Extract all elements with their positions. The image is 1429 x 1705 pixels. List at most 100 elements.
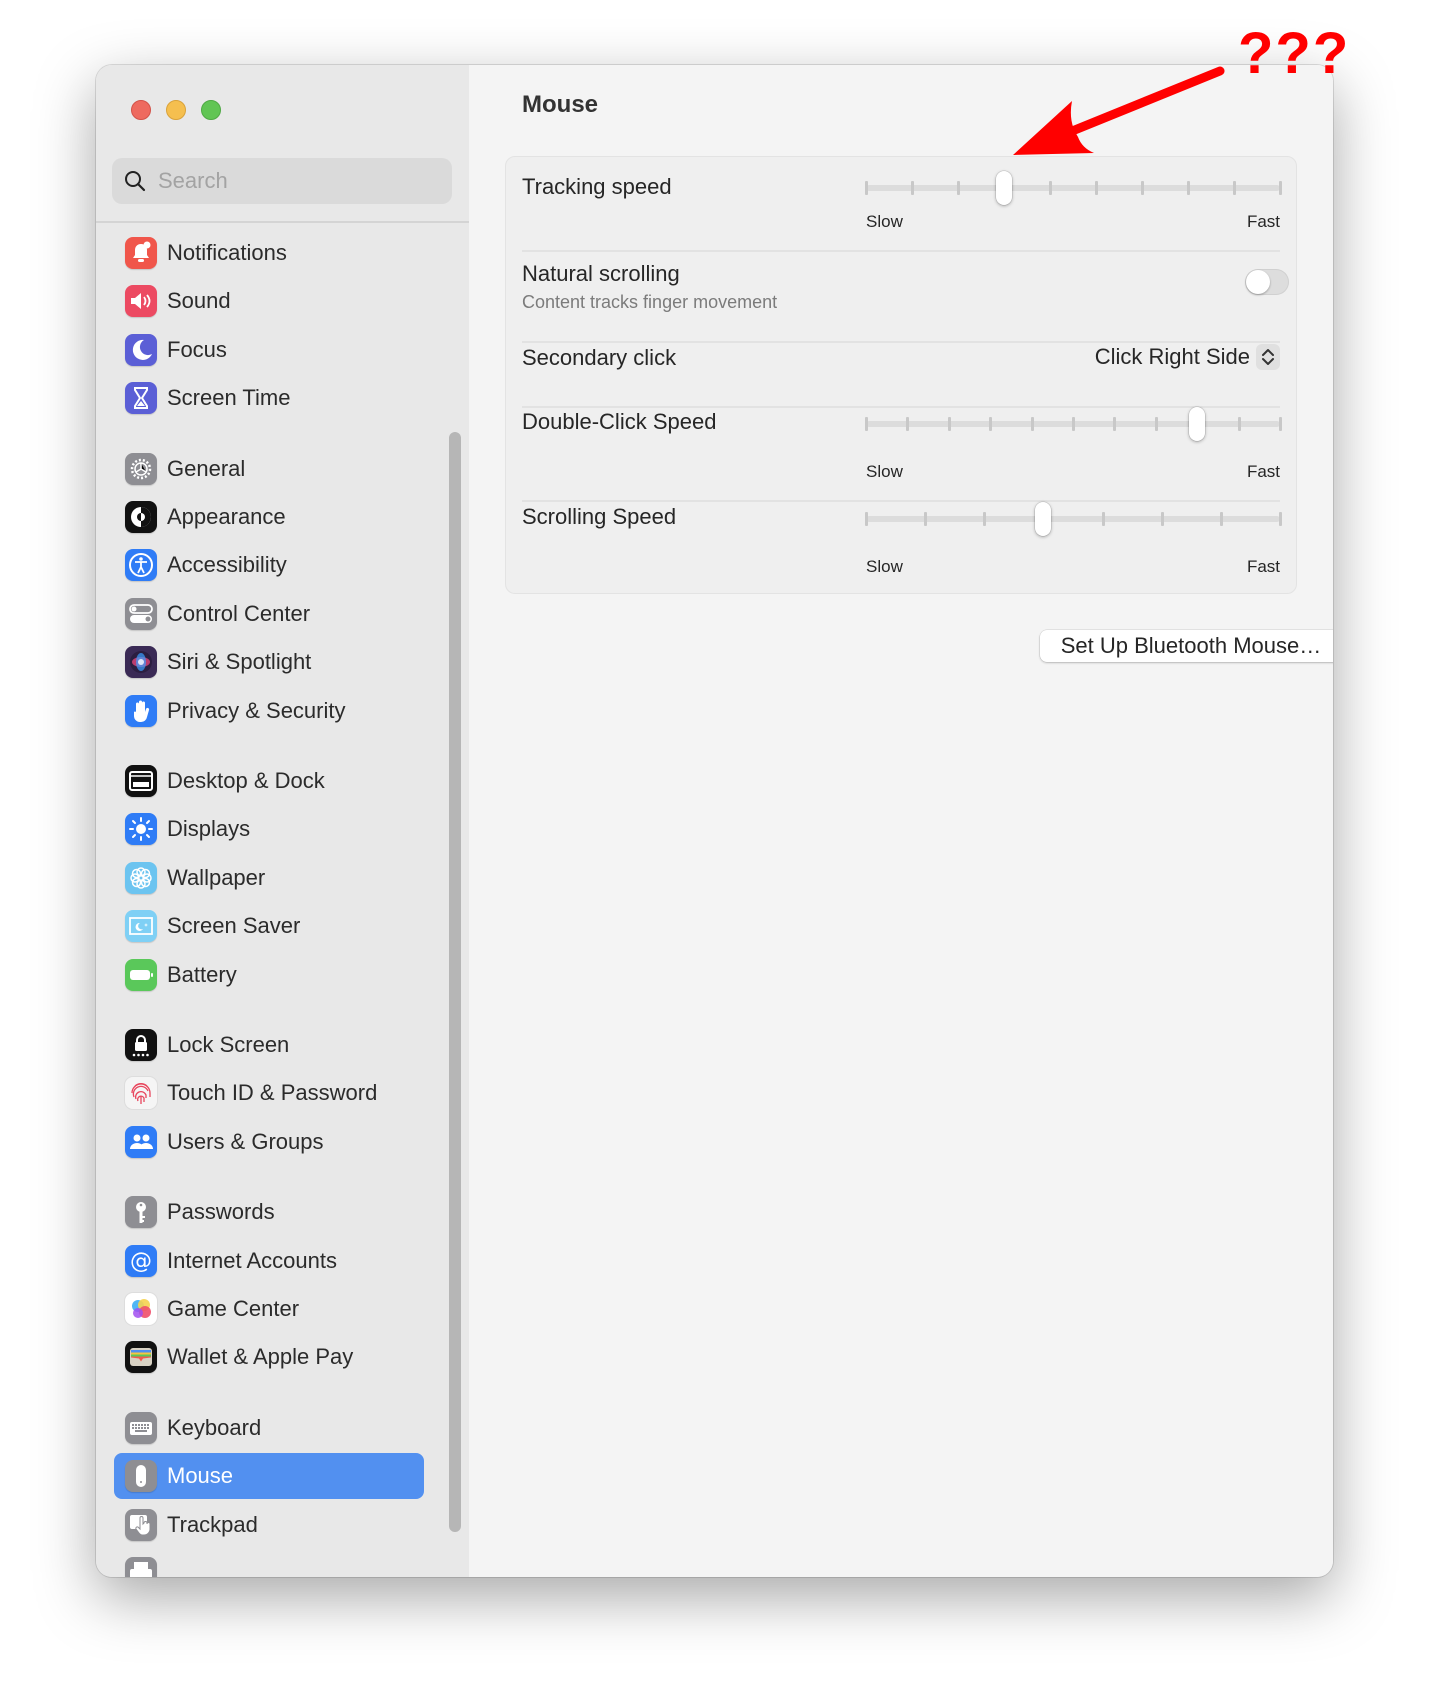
scrolling-speed-slider[interactable] (865, 502, 1282, 536)
secondary-click-popup[interactable]: Click Right Side (1095, 342, 1280, 372)
speaker-icon (125, 285, 157, 318)
sidebar-item-label: Displays (167, 816, 251, 842)
slider-tick (865, 181, 868, 195)
hourglass-icon (125, 382, 157, 415)
tracking-speed-slow-label: Slow (866, 212, 903, 231)
bell-icon (125, 237, 157, 269)
natural-scrolling-description: Content tracks finger movement (522, 292, 778, 312)
sidebar-item-screen-time[interactable]: Screen Time (114, 375, 424, 421)
secondary-click-value: Click Right Side (1094, 344, 1250, 369)
slider-tick (1233, 181, 1236, 195)
sidebar-item-general[interactable]: General (114, 446, 424, 492)
sidebar-item-label: Sound (167, 288, 231, 314)
slider-tick (865, 417, 868, 431)
sidebar-item-battery[interactable]: Battery (114, 952, 424, 998)
double-click-speed-slider[interactable] (865, 407, 1282, 441)
scrolling-speed-label: Scrolling Speed (522, 504, 677, 529)
slider-tick (1160, 512, 1164, 526)
sidebar-item-desktop-dock[interactable]: Desktop & Dock (114, 758, 424, 804)
svg-text:@: @ (130, 1249, 152, 1274)
slider-track (866, 185, 1280, 191)
sidebar-item-game-center[interactable]: Game Center (114, 1286, 424, 1332)
sidebar-item-label: Touch ID & Password (167, 1080, 378, 1106)
search-input[interactable] (158, 158, 438, 204)
slider-track (866, 516, 1280, 522)
key-icon (125, 1196, 157, 1229)
sidebar-item-passwords[interactable]: Passwords (114, 1189, 424, 1235)
sidebar-item-mouse[interactable]: Mouse (114, 1453, 424, 1500)
scrolling-speed-fast-label: Fast (1246, 557, 1280, 576)
sidebar-item-partial[interactable] (114, 1550, 424, 1577)
zoom-button[interactable] (201, 100, 221, 120)
battery-icon (125, 958, 157, 991)
slider-tick (1219, 512, 1223, 526)
sidebar-item-label: Keyboard (167, 1414, 262, 1440)
tracking-speed-slider[interactable] (865, 171, 1282, 205)
slider-tick (1113, 417, 1117, 431)
row-divider (522, 500, 1280, 502)
sidebar: Notifications Sound Focus Screen Time Genera… (96, 65, 470, 1577)
sidebar-scrollbar[interactable] (449, 432, 461, 1532)
sidebar-item-sound[interactable]: Sound (114, 278, 424, 324)
sidebar-item-label: Siri & Spotlight (167, 649, 312, 675)
row-divider (522, 406, 1280, 408)
sidebar-item-lock-screen[interactable]: Lock Screen (114, 1022, 424, 1068)
sidebar-item-trackpad[interactable]: Trackpad (114, 1502, 424, 1548)
sidebar-item-keyboard[interactable]: Keyboard (114, 1405, 424, 1451)
sun-icon (125, 813, 157, 846)
sidebar-item-siri-spotlight[interactable]: Siri & Spotlight (114, 639, 424, 685)
mouse-settings-card: Tracking speed Slow Fast Natural scrolli… (505, 156, 1297, 594)
slider-tick (1154, 417, 1158, 431)
double-click-slow-label: Slow (866, 462, 903, 481)
sidebar-item-label: Notifications (167, 240, 287, 265)
slider-tick (1141, 181, 1144, 195)
lock-icon (125, 1029, 157, 1061)
moon-icon (125, 333, 157, 366)
sidebar-item-accessibility[interactable]: Accessibility (114, 542, 424, 588)
sidebar-item-internet-accounts[interactable]: @ Internet Accounts (114, 1238, 424, 1284)
sidebar-item-displays[interactable]: Displays (114, 806, 424, 852)
close-button[interactable] (131, 100, 151, 120)
sidebar-item-users-groups[interactable]: Users & Groups (114, 1119, 424, 1165)
slider-tick (1049, 181, 1052, 195)
sidebar-item-label: Passwords (167, 1199, 275, 1225)
slider-tick (1072, 417, 1075, 431)
slider-tick (865, 512, 868, 526)
sidebar-item-focus[interactable]: Focus (114, 327, 424, 373)
game-center-icon (125, 1293, 157, 1325)
slider-tick (1279, 181, 1282, 195)
trackpad-icon (125, 1508, 157, 1541)
sidebar-item-privacy-security[interactable]: Privacy & Security (114, 688, 424, 734)
printer-icon (125, 1557, 157, 1577)
secondary-click-label: Secondary click (522, 345, 677, 370)
slider-thumb[interactable] (1035, 502, 1052, 536)
sidebar-item-touch-id-password[interactable]: Touch ID & Password (114, 1070, 424, 1116)
keyboard-icon (125, 1411, 157, 1444)
sidebar-item-label: Desktop & Dock (167, 768, 325, 793)
search-field[interactable] (112, 158, 452, 204)
slider-thumb[interactable] (1189, 407, 1206, 441)
sidebar-item-wallet-apple-pay[interactable]: Wallet & Apple Pay (114, 1334, 424, 1380)
natural-scrolling-toggle[interactable] (1245, 269, 1289, 295)
minimize-button[interactable] (166, 100, 186, 120)
sidebar-item-wallpaper[interactable]: Wallpaper (114, 855, 424, 901)
slider-thumb[interactable] (996, 171, 1012, 205)
sidebar-item-screen-saver[interactable]: Screen Saver (114, 903, 424, 949)
sidebar-item-notifications[interactable]: Notifications (114, 230, 424, 276)
slider-tick (1030, 417, 1034, 431)
sidebar-item-label: Wallet & Apple Pay (167, 1344, 354, 1370)
double-click-fast-label: Fast (1246, 462, 1280, 481)
slider-tick (924, 512, 928, 526)
sidebar-item-label: Screen Saver (167, 913, 301, 939)
slider-tick (1101, 512, 1105, 526)
slider-tick (983, 512, 987, 526)
sidebar-item-label: Accessibility (167, 552, 287, 578)
sidebar-item-label: Trackpad (167, 1511, 258, 1537)
appearance-icon (125, 501, 157, 533)
tracking-speed-fast-label: Fast (1246, 212, 1280, 231)
sidebar-item-appearance[interactable]: Appearance (114, 494, 424, 540)
slider-tick (1237, 417, 1241, 431)
setup-bluetooth-mouse-button[interactable]: Set Up Bluetooth Mouse… (1040, 630, 1333, 662)
slider-tick (989, 417, 993, 431)
sidebar-item-control-center[interactable]: Control Center (114, 591, 424, 637)
